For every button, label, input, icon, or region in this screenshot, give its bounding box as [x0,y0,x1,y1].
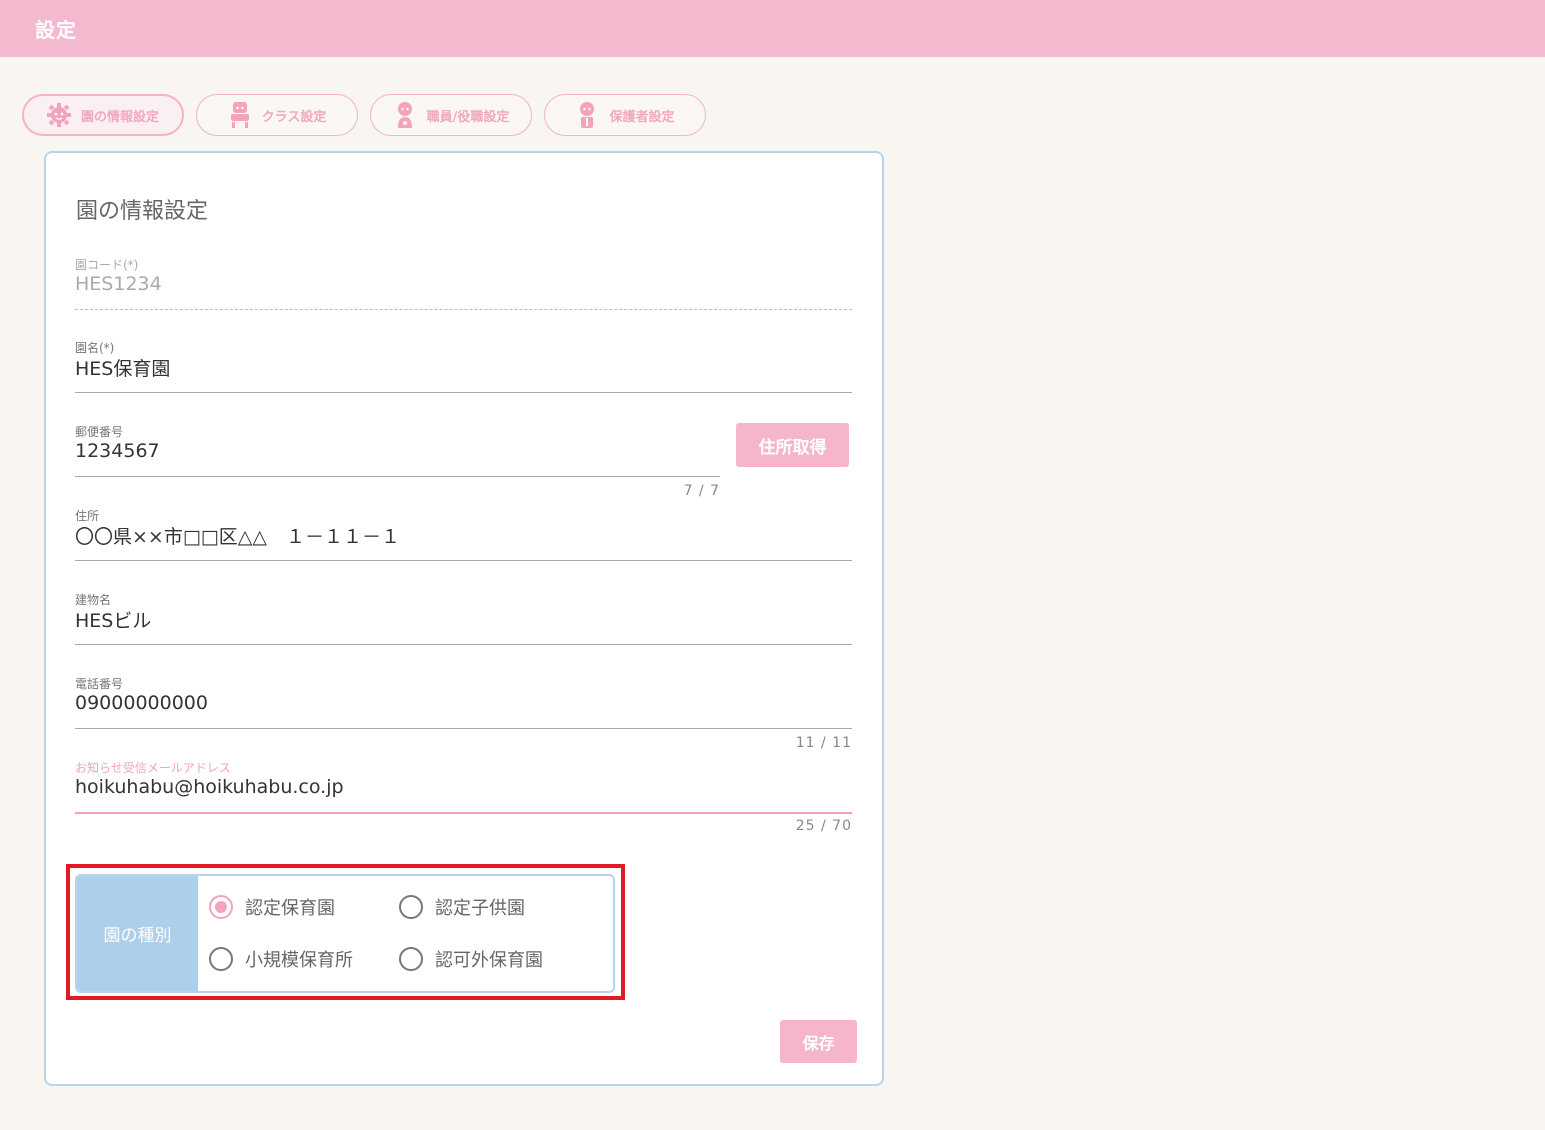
postal-code-input[interactable] [75,440,720,462]
phone-field[interactable]: 電話番号 [75,675,852,731]
field-divider [75,812,852,814]
tab-school-info[interactable]: 園の情報設定 [22,94,184,136]
parent-icon [580,102,595,128]
gear-icon [46,103,71,127]
field-divider [75,728,852,729]
postal-code-field[interactable]: 郵便番号 [75,423,720,479]
field-divider [75,644,852,645]
fetch-address-button[interactable]: 住所取得 [736,423,849,467]
building-name-label: 建物名 [75,593,112,607]
postal-code-label: 郵便番号 [75,425,124,439]
email-field[interactable]: お知らせ受信メールアドレス [75,759,852,815]
email-input[interactable] [75,776,852,798]
address-input[interactable] [75,524,852,546]
email-counter: 25 / 70 [795,818,852,834]
field-divider [75,476,720,477]
building-name-input[interactable] [75,608,852,630]
address-label: 住所 [75,509,100,523]
header-title: 設定 [35,18,77,42]
building-name-field[interactable]: 建物名 [75,591,852,647]
email-label: お知らせ受信メールアドレス [75,761,231,775]
card-title: 園の情報設定 [76,199,209,224]
tab-label: クラス設定 [261,109,327,125]
staff-icon [397,102,412,128]
tab-label: 職員/役職設定 [426,109,510,125]
tab-class[interactable]: クラス設定 [196,94,358,136]
phone-label: 電話番号 [75,677,124,691]
phone-input[interactable] [75,692,852,714]
school-name-field[interactable]: 園名(*) [75,339,852,395]
tab-label: 園の情報設定 [80,109,159,125]
field-divider [75,309,852,310]
school-name-input[interactable] [75,356,852,378]
tab-label: 保護者設定 [609,109,675,125]
tab-staff[interactable]: 職員/役職設定 [370,94,532,136]
tab-guardian[interactable]: 保護者設定 [544,94,706,136]
save-button[interactable]: 保存 [780,1020,857,1063]
header-bar: 設定 [0,0,1545,57]
school-code-input [75,273,852,295]
school-name-label: 園名(*) [75,341,115,355]
postal-code-counter: 7 / 7 [683,483,720,499]
highlight-frame [66,864,625,1000]
address-field[interactable]: 住所 [75,507,852,563]
school-code-label: 園コード(*) [75,258,139,272]
school-code-field: 園コード(*) [75,256,852,312]
field-divider [75,392,852,393]
phone-counter: 11 / 11 [795,735,852,751]
field-divider [75,560,852,561]
teacher-icon [230,102,249,128]
